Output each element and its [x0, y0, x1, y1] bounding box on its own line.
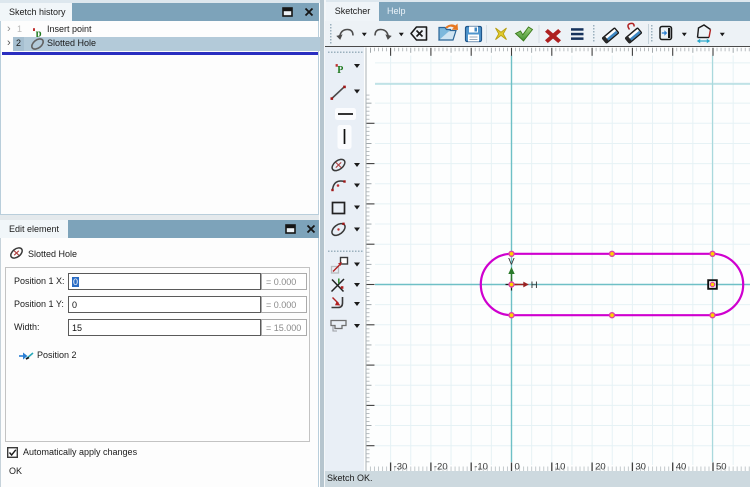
svg-text:H: H — [531, 280, 538, 291]
svg-text:V: V — [508, 257, 515, 268]
